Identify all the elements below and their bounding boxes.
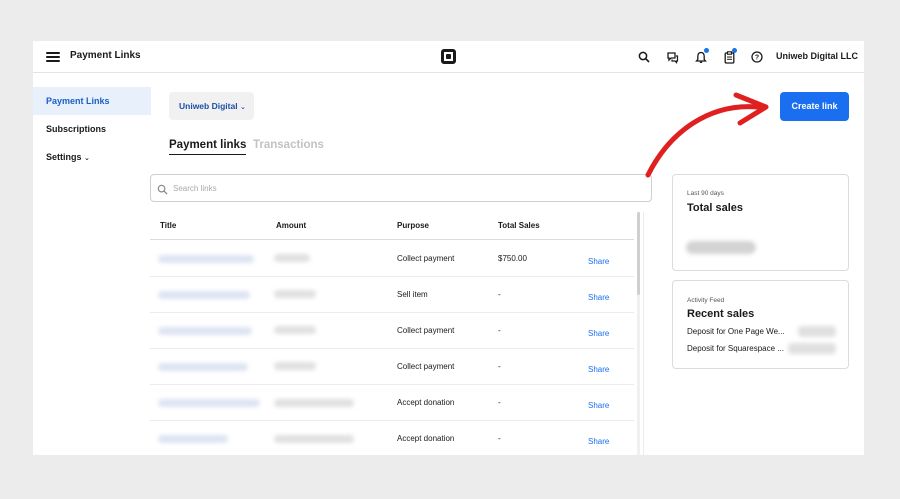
clipboard-icon[interactable] — [721, 48, 737, 65]
svg-text:?: ? — [755, 55, 759, 62]
tab-transactions[interactable]: Transactions — [253, 139, 324, 151]
purpose-cell: Collect payment — [397, 362, 455, 371]
recent-sale-item[interactable]: Deposit for Squarespace ... — [687, 344, 784, 353]
redacted-title — [158, 399, 260, 407]
chevron-down-icon: ⌄ — [84, 155, 90, 162]
redacted-title — [158, 435, 228, 443]
create-link-button[interactable]: Create link — [780, 92, 849, 121]
table-row[interactable]: Sell item - Share — [150, 277, 634, 313]
table-row[interactable]: Accept donation - Share — [150, 385, 634, 421]
purpose-cell: Collect payment — [397, 326, 455, 335]
table-row[interactable]: Collect payment - Share — [150, 313, 634, 349]
total-sales-cell: $750.00 — [498, 254, 527, 263]
tab-payment-links[interactable]: Payment links — [169, 139, 247, 155]
notification-dot — [704, 48, 709, 53]
table-scrollbar[interactable] — [637, 212, 640, 455]
total-sales-cell: - — [498, 398, 501, 407]
recent-sales-title: Recent sales — [687, 308, 755, 320]
redacted-total — [686, 241, 756, 254]
scrollbar-thumb[interactable] — [637, 212, 640, 295]
chevron-down-icon: ⌄ — [239, 104, 246, 111]
share-link[interactable]: Share — [588, 257, 609, 266]
chat-icon[interactable] — [664, 49, 680, 65]
redacted-amount — [274, 399, 354, 407]
share-link[interactable]: Share — [588, 401, 609, 410]
total-sales-cell: - — [498, 290, 501, 299]
redacted-amount — [274, 326, 316, 334]
search-icon — [157, 182, 168, 200]
recent-sale-item[interactable]: Deposit for One Page We... — [687, 327, 785, 336]
purpose-cell: Sell item — [397, 290, 428, 299]
purpose-cell: Accept donation — [397, 398, 455, 407]
bell-icon[interactable] — [693, 48, 709, 65]
redacted-amount — [274, 290, 316, 298]
sidebar-item-settings[interactable]: Settings ⌄ — [33, 143, 151, 171]
table-row[interactable]: Accept donation - Share — [150, 421, 634, 455]
total-sales-title: Total sales — [687, 202, 744, 214]
share-link[interactable]: Share — [588, 437, 609, 446]
sidebar-item-label: Settings — [46, 152, 82, 162]
redacted-title — [158, 327, 252, 335]
redacted-title — [158, 291, 250, 299]
sidebar: Payment Links Subscriptions Settings ⌄ — [33, 74, 151, 455]
sidebar-item-label: Payment Links — [46, 96, 110, 106]
redacted-amount — [274, 254, 310, 262]
search-icon[interactable] — [636, 49, 652, 65]
total-sales-card: Last 90 days Total sales — [672, 174, 849, 271]
annotation-arrow — [645, 92, 769, 178]
total-sales-caption: Last 90 days — [687, 190, 724, 197]
purpose-cell: Accept donation — [397, 434, 455, 443]
table-header: Title Amount Purpose Total Sales — [150, 212, 634, 240]
share-link[interactable]: Share — [588, 329, 609, 338]
table-row[interactable]: Collect payment $750.00 Share — [150, 241, 634, 277]
search-input[interactable]: Search links — [150, 174, 652, 202]
recent-sales-card: Activity Feed Recent sales Deposit for O… — [672, 280, 849, 369]
notification-dot — [732, 48, 737, 53]
share-link[interactable]: Share — [588, 293, 609, 302]
app-title: Payment Links — [70, 50, 141, 61]
square-logo-icon[interactable] — [441, 49, 456, 64]
column-purpose[interactable]: Purpose — [397, 221, 429, 230]
share-link[interactable]: Share — [588, 365, 609, 374]
search-placeholder: Search links — [173, 184, 217, 193]
total-sales-cell: - — [498, 434, 501, 443]
redacted-amount — [788, 343, 836, 354]
redacted-title — [158, 363, 248, 371]
account-name[interactable]: Uniweb Digital LLC — [776, 51, 858, 61]
business-selector[interactable]: Uniweb Digital ⌄ — [169, 92, 254, 120]
column-total-sales[interactable]: Total Sales — [498, 221, 540, 230]
business-selector-label: Uniweb Digital — [179, 101, 238, 111]
table-row[interactable]: Collect payment - Share — [150, 349, 634, 385]
redacted-amount — [274, 435, 354, 443]
sidebar-item-label: Subscriptions — [46, 124, 107, 134]
column-title[interactable]: Title — [160, 221, 176, 230]
redacted-amount — [274, 362, 316, 370]
top-bar: Payment Links ? Uniweb Digital LLC — [33, 41, 864, 73]
redacted-title — [158, 255, 254, 263]
total-sales-cell: - — [498, 362, 501, 371]
column-divider — [643, 212, 644, 455]
purpose-cell: Collect payment — [397, 254, 455, 263]
recent-sales-caption: Activity Feed — [687, 297, 725, 304]
sidebar-item-subscriptions[interactable]: Subscriptions — [33, 115, 151, 143]
menu-icon[interactable] — [46, 52, 60, 62]
payment-links-table: Title Amount Purpose Total Sales Collect… — [150, 212, 642, 455]
help-icon[interactable]: ? — [749, 49, 765, 65]
column-amount[interactable]: Amount — [276, 221, 306, 230]
sidebar-item-payment-links[interactable]: Payment Links — [33, 87, 151, 115]
total-sales-cell: - — [498, 326, 501, 335]
redacted-amount — [798, 326, 836, 337]
